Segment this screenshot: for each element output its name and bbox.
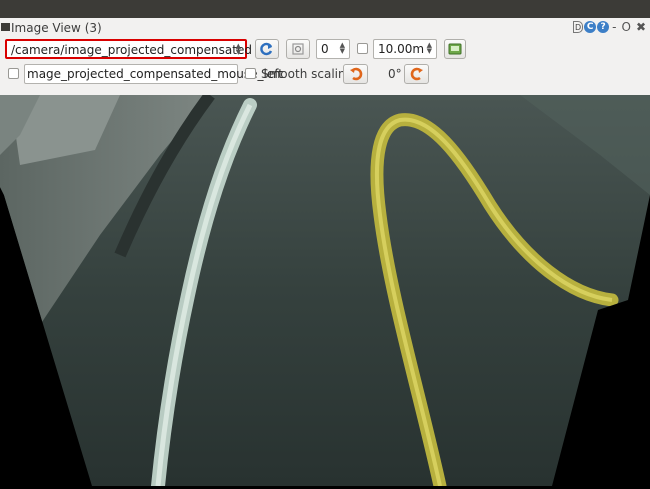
max-range-value: 10.00m bbox=[378, 42, 425, 56]
spin-arrows-icon[interactable]: ▲ ▼ bbox=[427, 42, 432, 55]
zoom-spinbox[interactable]: 0 ▲ ▼ bbox=[316, 39, 350, 59]
close-button[interactable]: ✖ bbox=[634, 21, 648, 33]
camera-image[interactable] bbox=[0, 95, 650, 486]
image-viewport[interactable] bbox=[0, 95, 650, 486]
rotate-right-button[interactable] bbox=[404, 64, 429, 84]
save-image-button[interactable] bbox=[444, 39, 466, 59]
zoom-fit-icon bbox=[292, 43, 304, 55]
refresh-icon bbox=[260, 42, 273, 56]
panel-title: Image View (3) bbox=[11, 21, 102, 35]
rotate-left-button[interactable] bbox=[343, 64, 368, 84]
rotation-value: 0° bbox=[388, 67, 402, 81]
minimize-button[interactable]: - bbox=[610, 21, 618, 33]
refresh-topics-button[interactable] bbox=[255, 39, 279, 59]
float-button[interactable]: O bbox=[619, 21, 632, 33]
rotate-right-icon bbox=[410, 67, 423, 81]
save-image-icon bbox=[448, 43, 462, 55]
chevron-updown-icon: ▲ ▼ bbox=[235, 42, 241, 56]
detach-button[interactable]: D bbox=[573, 21, 584, 33]
smooth-scaling-checkbox[interactable] bbox=[245, 68, 256, 79]
dynamic-range-checkbox[interactable] bbox=[357, 43, 368, 54]
mouse-publish-checkbox[interactable] bbox=[8, 68, 19, 79]
window-icon bbox=[1, 23, 10, 31]
help-button[interactable]: ? bbox=[597, 21, 610, 33]
smooth-scaling-label: Smooth scaling bbox=[261, 67, 354, 81]
topic-select[interactable]: /camera/image_projected_compensated ▲ ▼ bbox=[5, 39, 252, 59]
mouse-topic-field[interactable]: mage_projected_compensated_mouse_left bbox=[24, 64, 283, 84]
image-view-panel: Image View (3) D C ? - O ✖ /camera/image… bbox=[0, 18, 650, 95]
reload-plugin-button[interactable]: C bbox=[584, 21, 597, 33]
spin-arrows-icon[interactable]: ▲ ▼ bbox=[340, 42, 345, 55]
topic-select-value: /camera/image_projected_compensated bbox=[11, 43, 252, 57]
titlebar-controls: D C ? - O ✖ bbox=[573, 21, 648, 33]
zoom-fit-button[interactable] bbox=[286, 39, 310, 59]
top-bar bbox=[0, 0, 650, 18]
panel-titlebar: Image View (3) D C ? - O ✖ bbox=[0, 18, 650, 38]
rotate-left-icon bbox=[349, 67, 362, 81]
zoom-value: 0 bbox=[321, 42, 329, 56]
max-range-spinbox[interactable]: 10.00m ▲ ▼ bbox=[373, 39, 437, 59]
